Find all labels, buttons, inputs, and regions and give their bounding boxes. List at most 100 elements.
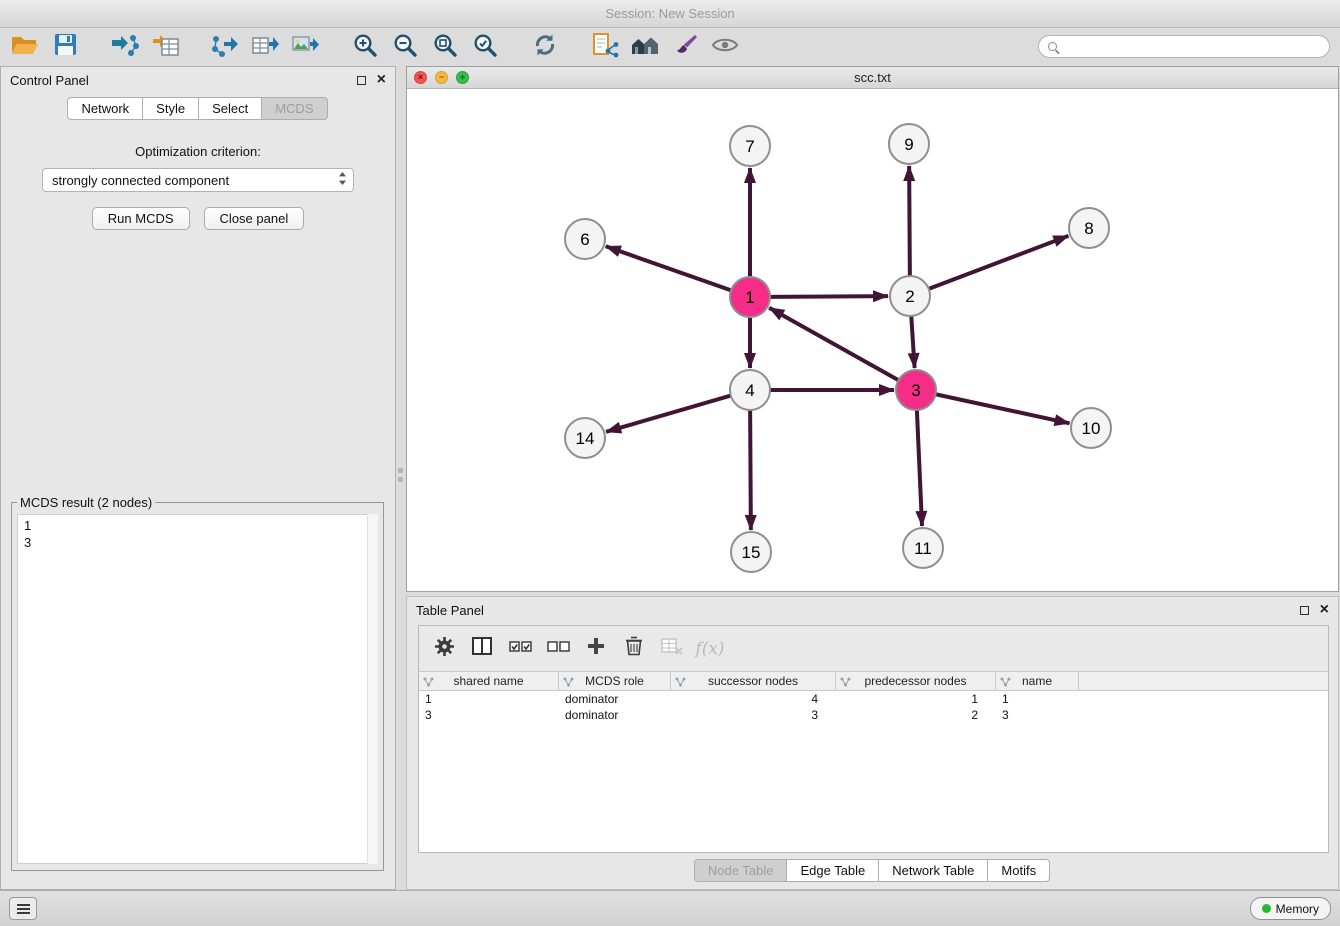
- table-cell[interactable]: dominator: [559, 707, 671, 723]
- open-folder-icon: [11, 34, 39, 61]
- export-network-button[interactable]: [208, 31, 242, 63]
- tab-network[interactable]: Network: [67, 97, 143, 120]
- edge-3-11[interactable]: [917, 410, 922, 526]
- close-table-panel-icon[interactable]: ×: [1320, 602, 1329, 618]
- column-header-mcds-role[interactable]: MCDS role: [559, 672, 671, 690]
- export-table-icon: [252, 33, 279, 62]
- column-type-icon: [675, 676, 686, 690]
- memory-label: Memory: [1276, 902, 1319, 916]
- memory-button[interactable]: Memory: [1250, 897, 1331, 920]
- table-tab-node-table[interactable]: Node Table: [694, 859, 788, 882]
- table-cell[interactable]: 1: [996, 691, 1079, 707]
- edge-1-2[interactable]: [770, 296, 888, 297]
- column-visibility-button[interactable]: [467, 634, 497, 664]
- zoom-out-button[interactable]: [388, 31, 422, 63]
- table-body: 1dominator4113dominator323: [419, 691, 1328, 723]
- graphics-details-button[interactable]: [708, 31, 742, 63]
- table-panel-title: Table Panel: [416, 603, 484, 618]
- result-scrollbar[interactable]: [367, 514, 378, 864]
- column-header-name[interactable]: name: [996, 672, 1079, 690]
- apply-style-button[interactable]: [668, 31, 702, 63]
- tab-select[interactable]: Select: [198, 97, 262, 120]
- main-toolbar: [0, 28, 1340, 66]
- column-header-successor-nodes[interactable]: successor nodes: [671, 672, 836, 690]
- column-header-predecessor-nodes[interactable]: predecessor nodes: [836, 672, 996, 690]
- save-session-button[interactable]: [48, 31, 82, 63]
- network-window-title: scc.txt: [407, 70, 1338, 85]
- zoom-selected-button[interactable]: [468, 31, 502, 63]
- status-menu-button[interactable]: [9, 897, 37, 920]
- close-panel-icon[interactable]: ×: [377, 72, 386, 88]
- table-settings-button[interactable]: [429, 634, 459, 664]
- export-image-button[interactable]: [288, 31, 322, 63]
- network-window-titlebar[interactable]: × − + scc.txt: [407, 67, 1338, 89]
- birdseye-view-button[interactable]: [628, 31, 662, 63]
- edge-2-3[interactable]: [911, 316, 914, 368]
- minimize-window-icon[interactable]: −: [435, 71, 448, 84]
- table-header-row: shared name MCDS rolesuccessor nodesprede…: [419, 672, 1328, 691]
- column-header-label: shared name: [453, 674, 523, 688]
- criterion-select[interactable]: strongly connected component: [42, 168, 354, 192]
- select-all-rows-button[interactable]: [505, 634, 535, 664]
- table-row[interactable]: 1dominator411: [419, 691, 1328, 707]
- table-tab-network-table[interactable]: Network Table: [878, 859, 988, 882]
- table-tab-motifs[interactable]: Motifs: [987, 859, 1050, 882]
- edge-4-15[interactable]: [750, 410, 751, 530]
- search-box[interactable]: [1038, 35, 1330, 58]
- edge-2-8[interactable]: [929, 236, 1069, 289]
- edge-3-1[interactable]: [769, 308, 898, 380]
- import-network-button[interactable]: [108, 31, 142, 63]
- table-cell[interactable]: 1: [836, 691, 996, 707]
- run-mcds-button[interactable]: Run MCDS: [92, 207, 190, 230]
- control-panel-title: Control Panel: [10, 73, 89, 88]
- export-table-button[interactable]: [248, 31, 282, 63]
- eye-icon: [711, 35, 739, 60]
- zoom-fit-button[interactable]: [428, 31, 462, 63]
- table-cell[interactable]: 4: [671, 691, 836, 707]
- column-type-icon: [1000, 676, 1011, 690]
- delete-column-button[interactable]: [619, 634, 649, 664]
- node-label-4: 4: [745, 381, 754, 400]
- open-session-button[interactable]: [8, 31, 42, 63]
- tab-mcds[interactable]: MCDS: [261, 97, 327, 120]
- delete-table-button[interactable]: [657, 634, 687, 664]
- memory-status-icon: [1262, 904, 1271, 913]
- float-table-panel-icon[interactable]: [1300, 606, 1309, 615]
- control-panel-header: Control Panel ×: [1, 67, 395, 93]
- search-input[interactable]: [1057, 40, 1329, 54]
- table-cell[interactable]: 3: [996, 707, 1079, 723]
- edge-4-14[interactable]: [606, 396, 731, 432]
- zoom-out-icon: [392, 32, 418, 63]
- save-icon: [54, 33, 77, 61]
- edge-3-10[interactable]: [936, 394, 1070, 423]
- add-column-button[interactable]: [581, 634, 611, 664]
- import-table-button[interactable]: [148, 31, 182, 63]
- table-cell[interactable]: 3: [419, 707, 559, 723]
- trash-icon: [625, 636, 643, 661]
- close-window-icon[interactable]: ×: [414, 71, 427, 84]
- tab-style[interactable]: Style: [142, 97, 199, 120]
- column-header-shared-name[interactable]: shared name: [419, 672, 559, 690]
- network-canvas[interactable]: 7968124314101511: [407, 89, 1338, 591]
- table-cell[interactable]: 2: [836, 707, 996, 723]
- panel-splitter[interactable]: [396, 66, 406, 890]
- table-tab-edge-table[interactable]: Edge Table: [786, 859, 879, 882]
- apply-layout-button[interactable]: [528, 31, 562, 63]
- close-panel-button[interactable]: Close panel: [204, 207, 305, 230]
- table-cell[interactable]: dominator: [559, 691, 671, 707]
- zoom-fit-icon: [432, 32, 458, 63]
- network-graph[interactable]: 7968124314101511: [407, 89, 1338, 591]
- edge-2-9[interactable]: [909, 166, 910, 276]
- table-panel-header: Table Panel ×: [407, 597, 1338, 623]
- column-header-label: name: [1022, 674, 1052, 688]
- zoom-in-button[interactable]: [348, 31, 382, 63]
- table-cell[interactable]: 3: [671, 707, 836, 723]
- float-panel-icon[interactable]: [357, 76, 366, 85]
- deselect-all-rows-button[interactable]: [543, 634, 573, 664]
- network-from-selection-button[interactable]: [588, 31, 622, 63]
- table-cell[interactable]: 1: [419, 691, 559, 707]
- edge-1-6[interactable]: [606, 246, 731, 290]
- function-builder-button[interactable]: f(x): [695, 634, 725, 664]
- maximize-window-icon[interactable]: +: [456, 71, 469, 84]
- table-row[interactable]: 3dominator323: [419, 707, 1328, 723]
